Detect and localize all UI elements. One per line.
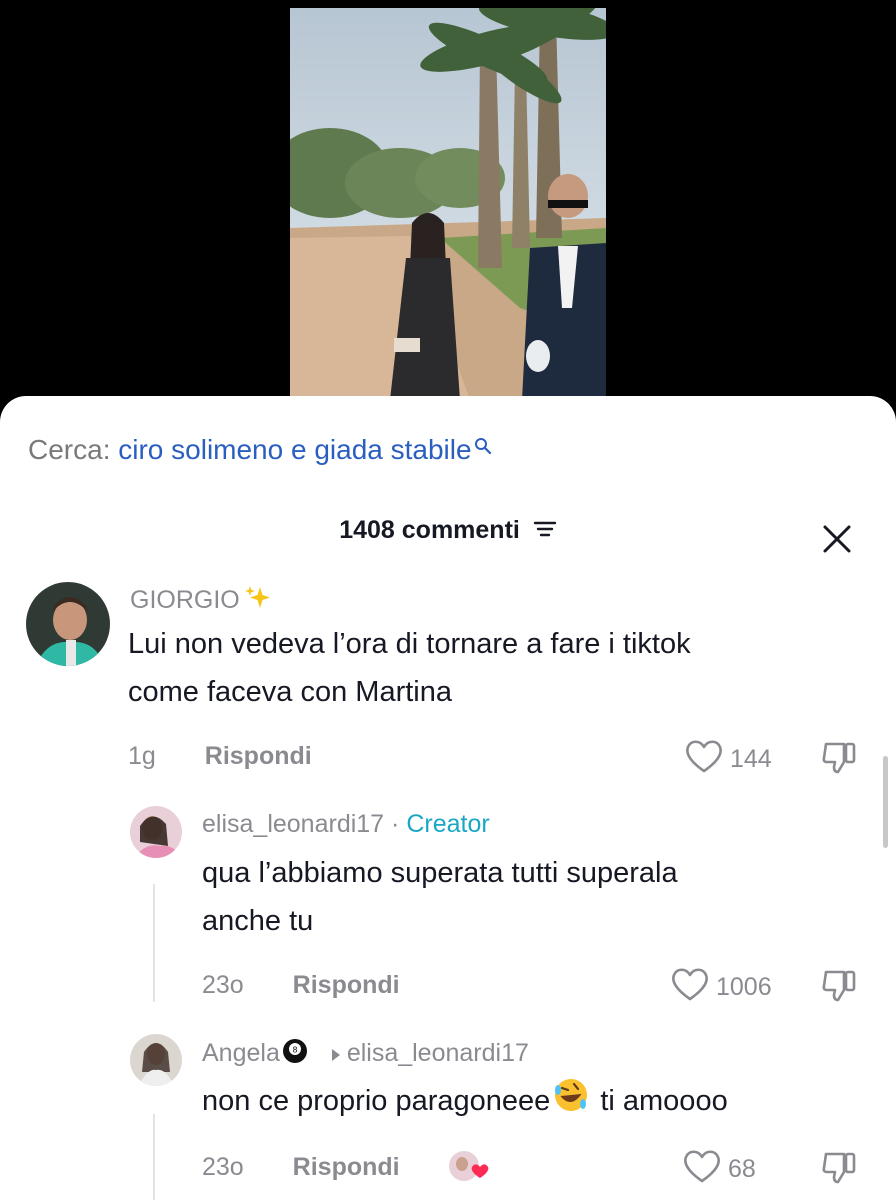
thread-line <box>153 1114 155 1200</box>
scrollbar[interactable] <box>883 756 888 848</box>
close-icon[interactable] <box>822 524 852 554</box>
like-button[interactable]: 68 <box>682 1148 756 1191</box>
comment-text: Lui non vedeva l’ora di tornare a fare i… <box>128 628 691 708</box>
avatar-elisa[interactable] <box>130 806 182 858</box>
reply-to-username[interactable]: elisa_leonardi17 <box>347 1039 529 1067</box>
comment-username[interactable]: elisa_leonardi17 · Creator <box>202 810 490 839</box>
comment-time: 23o <box>202 971 244 999</box>
video-frame[interactable] <box>290 8 606 400</box>
comment-meta: 23o Rispondi <box>202 1153 400 1182</box>
search-label: Cerca: <box>28 434 111 465</box>
search-icon[interactable] <box>474 430 492 462</box>
rofl-emoji <box>552 1076 590 1129</box>
comments-header: 1408 commenti <box>0 516 896 546</box>
comment-text: qua l’abbiamo superata tutti superala an… <box>202 857 678 937</box>
heart-icon[interactable] <box>682 1148 722 1191</box>
search-suggestion[interactable]: Cerca: ciro solimeno e giada stabile <box>28 434 492 466</box>
reply-button[interactable]: Rispondi <box>205 742 312 770</box>
comment-username[interactable]: Angela 8 elisa_leonardi17 <box>202 1038 529 1071</box>
svg-text:8: 8 <box>292 1046 297 1055</box>
eight-ball-emoji: 8 <box>282 1038 308 1071</box>
comment-username[interactable]: GIORGIO <box>130 584 272 619</box>
video-thumbnail <box>290 8 606 400</box>
like-count: 1006 <box>716 973 772 1001</box>
video-player[interactable] <box>0 0 896 400</box>
creator-badge: Creator <box>406 810 490 838</box>
reply-button[interactable]: Rispondi <box>293 1153 400 1181</box>
reply-arrow-icon <box>331 1040 341 1069</box>
thumbs-down-icon[interactable] <box>820 738 860 781</box>
thumbs-down-icon[interactable] <box>820 1148 860 1191</box>
sort-icon[interactable] <box>533 517 557 546</box>
sparkles-icon <box>244 584 272 619</box>
avatar-giorgio[interactable] <box>26 582 110 666</box>
avatar-angela[interactable] <box>130 1034 182 1086</box>
comment-meta: 23o Rispondi <box>202 971 400 1000</box>
thread-line <box>153 884 155 1002</box>
thumbs-down-icon[interactable] <box>820 966 860 1009</box>
comment-text: non ce proprio paragoneee ti amoooo <box>202 1076 728 1129</box>
like-count: 68 <box>728 1155 756 1183</box>
creator-liked-avatar <box>446 1148 490 1189</box>
search-query-link[interactable]: ciro solimeno e giada stabile <box>118 434 471 465</box>
heart-icon[interactable] <box>670 966 710 1009</box>
reply-button[interactable]: Rispondi <box>293 971 400 999</box>
comments-sheet: Cerca: ciro solimeno e giada stabile 140… <box>0 396 896 1200</box>
comments-count: 1408 commenti <box>339 516 520 544</box>
comment-meta: 1g Rispondi <box>128 742 312 771</box>
heart-icon[interactable] <box>684 738 724 781</box>
like-button[interactable]: 1006 <box>670 966 772 1009</box>
like-button[interactable]: 144 <box>684 738 772 781</box>
like-count: 144 <box>730 745 772 773</box>
comment-time: 1g <box>128 742 156 770</box>
comment-time: 23o <box>202 1153 244 1181</box>
